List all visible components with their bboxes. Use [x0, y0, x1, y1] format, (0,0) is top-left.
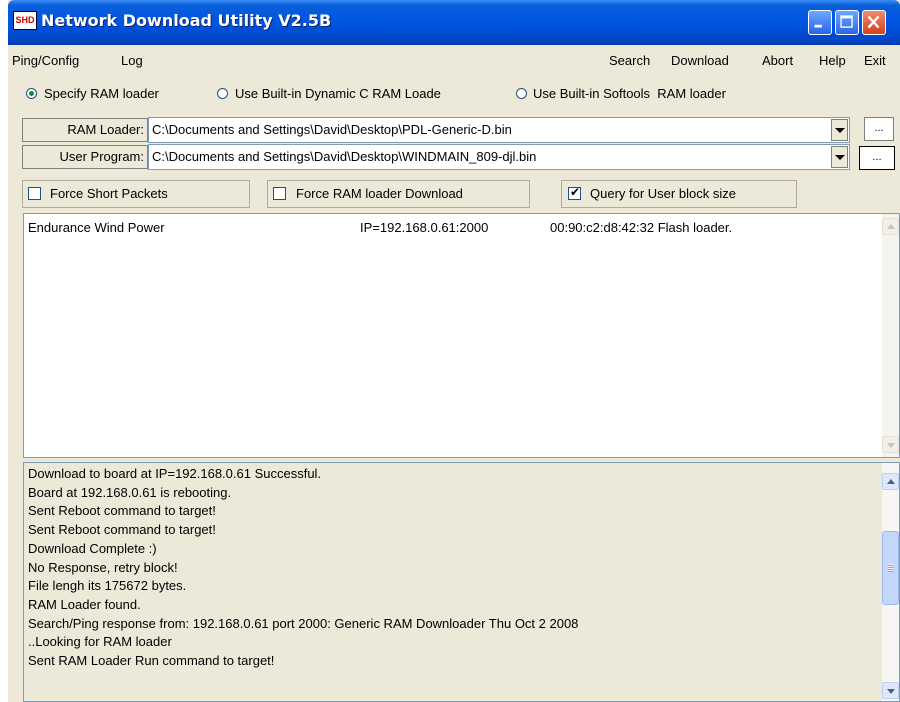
ram-loader-browse-button[interactable]: ... — [864, 117, 894, 141]
device-mac-status[interactable]: 00:90:c2:d8:42:32 Flash loader. — [550, 220, 732, 235]
radio-softools-loader-label: Use Built-in Softools RAM loader — [533, 86, 726, 101]
minimize-button[interactable] — [808, 10, 832, 35]
close-button[interactable] — [862, 10, 886, 35]
user-program-path: C:\Documents and Settings\David\Desktop\… — [152, 149, 537, 164]
log-line: Sent RAM Loader Run command to target! — [28, 653, 275, 668]
user-program-label: User Program: — [22, 145, 148, 169]
log-output[interactable]: Download to board at IP=192.168.0.61 Suc… — [23, 462, 900, 702]
maximize-icon — [840, 15, 853, 28]
user-program-dropdown-button[interactable] — [831, 146, 848, 168]
radio-softools-loader[interactable] — [516, 88, 527, 99]
menu-search[interactable]: Search — [609, 53, 650, 68]
radio-dynamic-c-loader[interactable] — [217, 88, 228, 99]
maximize-button[interactable] — [835, 10, 859, 35]
menu-help[interactable]: Help — [819, 53, 846, 68]
log-scroll-thumb[interactable] — [882, 531, 899, 605]
menu-log[interactable]: Log — [121, 53, 143, 68]
menu-abort[interactable]: Abort — [762, 53, 793, 68]
log-line: Sent Reboot command to target! — [28, 503, 216, 519]
log-line: RAM Loader found. — [28, 596, 141, 612]
ram-loader-dropdown-button[interactable] — [831, 119, 848, 141]
log-line: Board at 192.168.0.61 is rebooting. — [28, 484, 232, 500]
log-line: ..Looking for RAM loader — [28, 634, 172, 650]
radio-specify-ram-loader-label: Specify RAM loader — [44, 86, 159, 101]
device-list-scroll-down-icon[interactable] — [882, 436, 899, 453]
device-list-scrollbar[interactable] — [882, 214, 899, 457]
log-line: File lengh its 175672 bytes. — [28, 578, 187, 594]
query-user-block-size-label: Query for User block size — [590, 186, 736, 201]
window-title: Network Download Utility V2.5B — [41, 11, 332, 30]
user-program-browse-button[interactable]: ... — [859, 146, 895, 170]
ram-loader-combo[interactable]: C:\Documents and Settings\David\Desktop\… — [148, 117, 850, 143]
device-list[interactable]: Endurance Wind Power IP=192.168.0.61:200… — [23, 213, 900, 458]
radio-dynamic-c-loader-label: Use Built-in Dynamic C RAM Loade — [235, 86, 441, 101]
close-icon — [867, 15, 880, 29]
log-scroll-down-icon[interactable] — [882, 682, 899, 699]
force-short-packets-checkbox[interactable] — [28, 187, 41, 200]
device-name[interactable]: Endurance Wind Power — [28, 220, 165, 235]
menu-download[interactable]: Download — [671, 53, 729, 68]
log-line: Search/Ping response from: 192.168.0.61 … — [28, 615, 579, 631]
menu-ping-config[interactable]: Ping/Config — [12, 53, 79, 68]
log-scrollbar[interactable] — [882, 463, 899, 701]
log-line: Download Complete :) — [28, 540, 157, 556]
menu-exit[interactable]: Exit — [864, 53, 886, 68]
menu-bar: Ping/Config Log Search Download Abort He… — [8, 45, 900, 75]
app-icon[interactable]: SHD — [13, 11, 37, 30]
minimize-icon — [814, 24, 822, 28]
app-window: SHD Network Download Utility V2.5B Ping/… — [8, 0, 900, 702]
device-ip[interactable]: IP=192.168.0.61:2000 — [360, 220, 488, 235]
log-line: No Response, retry block! — [28, 559, 178, 575]
log-line: Sent Reboot command to target! — [28, 522, 216, 538]
query-user-block-size-checkbox[interactable] — [568, 185, 581, 200]
device-list-scroll-up-icon[interactable] — [882, 218, 899, 235]
radio-specify-ram-loader[interactable] — [26, 88, 37, 99]
force-ram-loader-download-label: Force RAM loader Download — [296, 186, 463, 201]
user-program-combo[interactable]: C:\Documents and Settings\David\Desktop\… — [148, 144, 850, 170]
force-ram-loader-download-checkbox[interactable] — [273, 187, 286, 200]
ram-loader-path: C:\Documents and Settings\David\Desktop\… — [152, 122, 512, 137]
log-scroll-up-icon[interactable] — [882, 473, 899, 490]
ram-loader-label: RAM Loader: — [22, 118, 148, 142]
title-bar[interactable]: SHD Network Download Utility V2.5B — [8, 0, 900, 45]
force-short-packets-label: Force Short Packets — [50, 186, 168, 201]
log-line: Download to board at IP=192.168.0.61 Suc… — [28, 466, 322, 481]
